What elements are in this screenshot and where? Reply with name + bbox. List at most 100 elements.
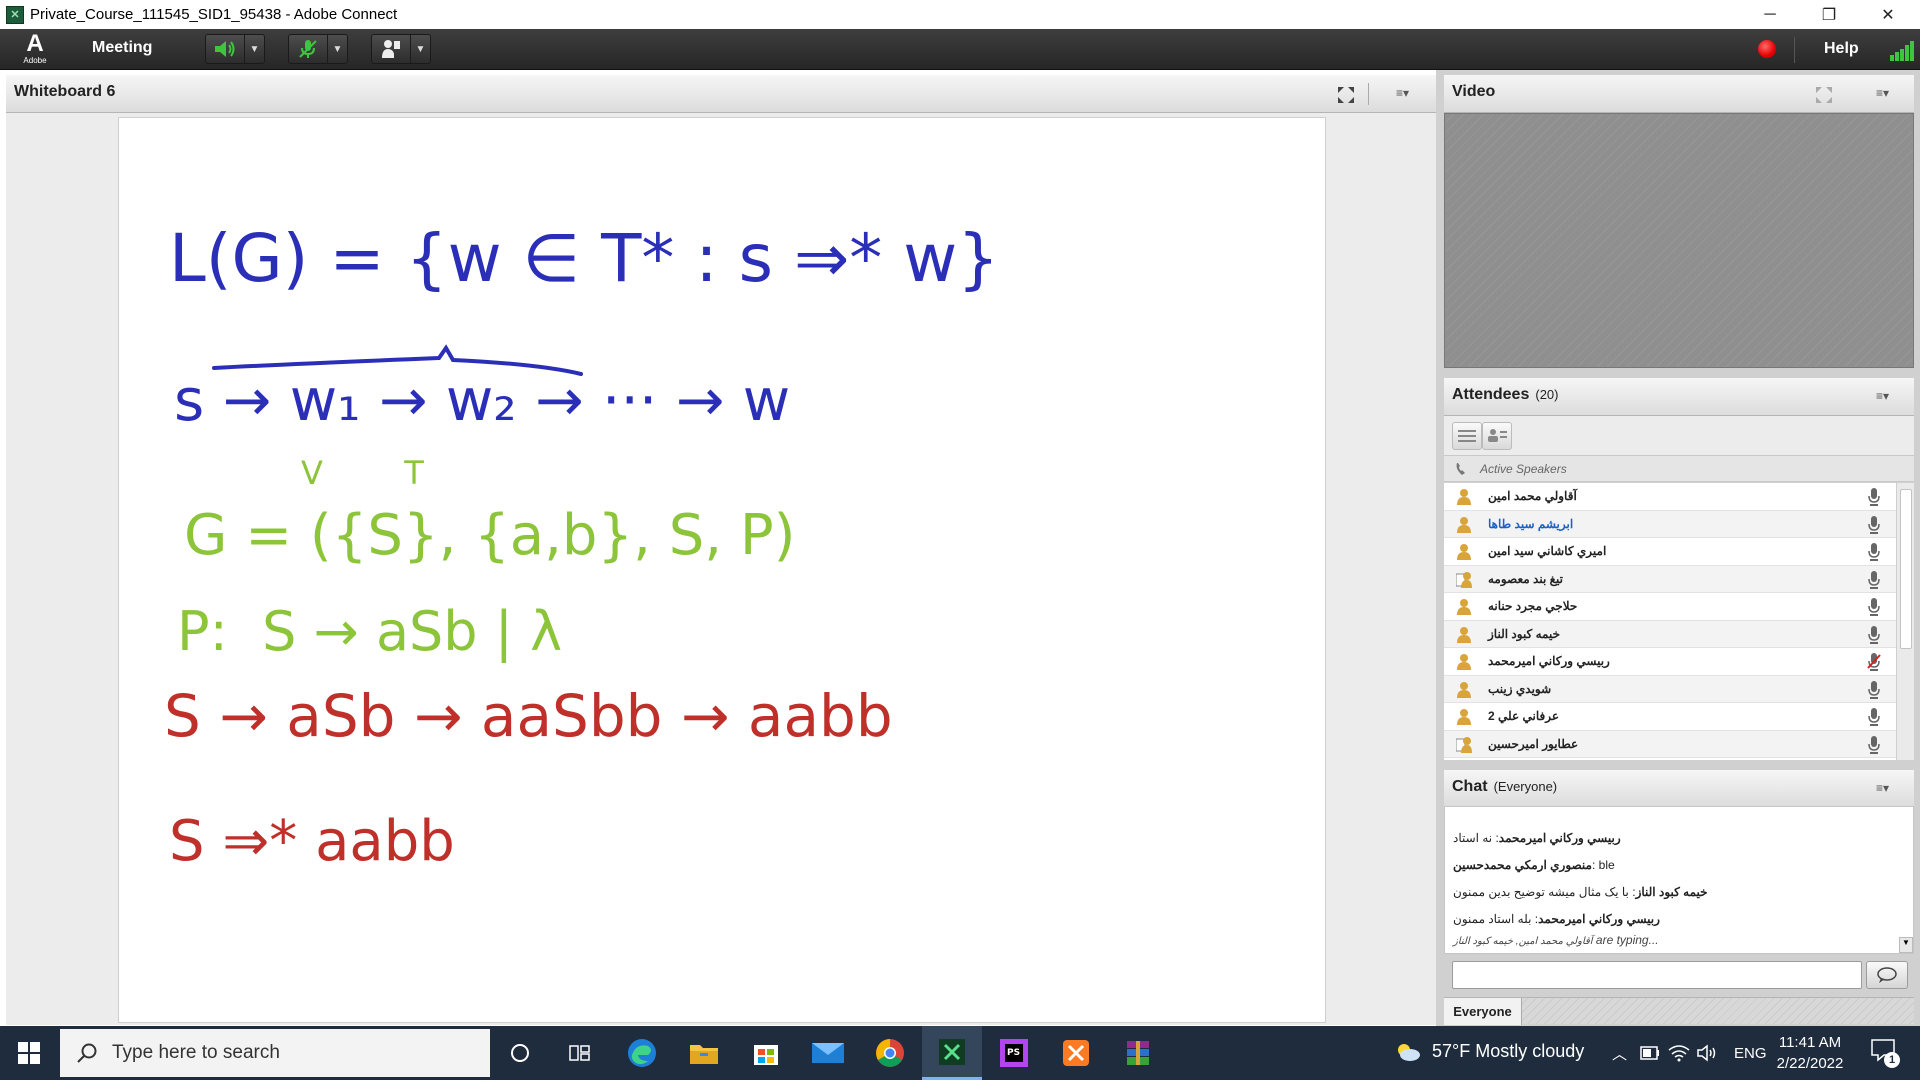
chat-tab-bar: Everyone [1444, 997, 1914, 1025]
microphone-icon [1868, 570, 1880, 589]
pod-menu-icon[interactable]: ≡▾ [1876, 389, 1902, 405]
cortana-icon[interactable] [490, 1026, 550, 1080]
menu-bar: A Adobe Meeting ▼ ▼ ▼ Help [0, 29, 1920, 70]
battery-icon[interactable] [1640, 1046, 1660, 1060]
chrome-browser-icon[interactable] [860, 1026, 920, 1080]
connection-signal-icon [1890, 41, 1914, 61]
speaker-control[interactable]: ▼ [205, 34, 265, 64]
adobe-connect-taskbar-icon[interactable] [922, 1026, 982, 1080]
weather-cloudy-icon [1398, 1044, 1420, 1061]
grammar-definition-text: G = ({S}, {a,b}, S, P) [184, 503, 795, 568]
chat-input[interactable] [1452, 961, 1862, 989]
list-view-icon[interactable] [1452, 422, 1482, 450]
active-speakers-label: Active Speakers [1480, 462, 1567, 476]
attendees-scrollbar[interactable] [1896, 483, 1914, 760]
edge-browser-icon[interactable] [612, 1026, 672, 1080]
microphone-icon [1868, 680, 1880, 699]
attendee-row[interactable]: اميري كاشاني سيد امين [1444, 538, 1896, 566]
attendee-row[interactable]: تيغ بند معصومه [1444, 565, 1896, 593]
meeting-menu[interactable]: Meeting [92, 39, 152, 57]
typing-suffix: are typing... [1595, 933, 1659, 947]
chat-message: خيمه كبود الناز: با یک مثال میشه توضیح ب… [1453, 885, 1708, 899]
start-button[interactable] [0, 1026, 58, 1080]
active-speakers-bar: Active Speakers [1444, 456, 1914, 482]
microphone-control[interactable]: ▼ [288, 34, 348, 64]
chat-title: Chat (Everyone) [1452, 778, 1558, 795]
mail-icon[interactable] [798, 1026, 858, 1080]
attendee-row[interactable]: عرفاني علي 2 [1444, 703, 1896, 731]
microphone-icon [1868, 515, 1880, 534]
adobe-logo-text: Adobe [23, 56, 47, 65]
microphone-icon [1868, 543, 1880, 561]
menu-separator [1794, 37, 1795, 63]
system-clock[interactable]: 11:41 AM 2/22/2022 [1760, 1032, 1860, 1074]
raise-hand-control[interactable]: ▼ [371, 34, 431, 64]
attendee-row[interactable]: ربيسي وركاني اميرمحمد [1444, 648, 1896, 676]
attendee-name: آقاولي محمد امين [1488, 489, 1577, 503]
fullscreen-icon[interactable] [1814, 85, 1834, 105]
person-icon [1457, 544, 1471, 560]
help-menu[interactable]: Help [1824, 40, 1859, 58]
adobe-logo-letter: A [26, 30, 44, 57]
attendee-status-view-icon[interactable] [1482, 422, 1512, 450]
attendee-row[interactable]: ابريشم سيد طاها [1444, 510, 1896, 538]
pod-menu-icon[interactable]: ≡▾ [1396, 86, 1422, 102]
chat-scroll-down[interactable]: ▼ [1899, 937, 1913, 953]
notification-center-button[interactable]: 1 [1870, 1038, 1900, 1068]
wifi-icon[interactable] [1668, 1044, 1690, 1062]
xampp-icon[interactable] [1046, 1026, 1106, 1080]
attendee-name: خيمه كبود الناز [1488, 626, 1561, 641]
whiteboard-canvas[interactable]: L(G) = {w ∈ T* : s ⇒* w} s → w₁ → w₂ → ·… [118, 117, 1326, 1023]
scrollbar-thumb[interactable] [1900, 489, 1912, 649]
person-icon [1457, 654, 1471, 670]
file-explorer-icon[interactable] [674, 1026, 734, 1080]
microphone-icon [1868, 735, 1880, 754]
attendee-row[interactable]: حلاجي مجرد حنانه [1444, 593, 1896, 621]
attendee-name: ابريشم سيد طاها [1488, 516, 1574, 531]
restore-button[interactable]: ❐ [1801, 0, 1857, 29]
video-title: Video [1452, 83, 1496, 100]
recording-indicator-icon[interactable] [1758, 40, 1776, 58]
microphone-icon [1868, 598, 1880, 616]
minimize-button[interactable]: ─ [1742, 0, 1798, 29]
attendee-row[interactable]: عطايور اميرحسين [1444, 730, 1896, 758]
attendee-row[interactable]: آقاولي محمد امين [1444, 483, 1896, 511]
fullscreen-icon[interactable] [1336, 85, 1356, 105]
pod-menu-icon[interactable]: ≡▾ [1876, 781, 1902, 797]
chevron-down-icon[interactable]: ▼ [327, 35, 347, 63]
derivation-example-text: S → aSb → aaSbb → aabb [164, 682, 893, 750]
chevron-down-icon[interactable]: ▼ [244, 35, 264, 63]
close-button[interactable]: ✕ [1860, 0, 1916, 29]
chevron-down-icon[interactable]: ▼ [410, 35, 430, 63]
chat-text: با یک مثال میشه توضیح بدین ممنون [1453, 885, 1629, 899]
weather-text[interactable]: 57°F Mostly cloudy [1432, 1041, 1584, 1062]
attendee-name: عرفاني علي 2 [1488, 709, 1560, 723]
task-view-icon[interactable] [550, 1026, 610, 1080]
attendee-row[interactable]: خيمه كبود الناز [1444, 620, 1896, 648]
microsoft-store-icon[interactable] [736, 1026, 796, 1080]
pod-menu-icon[interactable]: ≡▾ [1876, 86, 1902, 102]
show-hidden-icons-chevron-up-icon[interactable]: ︿ [1612, 1026, 1627, 1080]
send-message-button[interactable] [1866, 961, 1908, 989]
chat-message: ربيسي وركاني اميرمحمد: نه استاد [1453, 831, 1621, 845]
taskbar-search[interactable]: Type here to search [60, 1029, 490, 1077]
attendee-row[interactable]: شويدي زينب [1444, 675, 1896, 703]
person-icon [1457, 599, 1471, 615]
search-placeholder: Type here to search [112, 1042, 280, 1063]
attendees-pod-header: Attendees (20) ≡▾ [1444, 378, 1914, 416]
speaker-icon[interactable] [206, 35, 244, 63]
phpstorm-icon[interactable]: PS [984, 1026, 1044, 1080]
chat-message: منصوري ارمكي محمدحسين: ble [1453, 858, 1615, 872]
chat-tab-everyone[interactable]: Everyone [1444, 998, 1522, 1025]
attendee-name: اميري كاشاني سيد امين [1488, 544, 1607, 558]
person-icon [1457, 626, 1471, 643]
chat-sender: ربيسي وركاني اميرمحمد [1498, 831, 1621, 845]
chat-messages: ربيسي وركاني اميرمحمد: نه استاد منصوري ا… [1444, 806, 1914, 954]
person-icon [1457, 516, 1471, 533]
presenter-icon[interactable] [372, 35, 410, 63]
volume-icon[interactable] [1696, 1044, 1718, 1062]
microphone-muted-icon[interactable] [289, 35, 327, 63]
attendee-name: ربيسي وركاني اميرمحمد [1488, 654, 1610, 668]
windows-logo-icon [18, 1042, 40, 1064]
winrar-icon[interactable] [1108, 1026, 1168, 1080]
